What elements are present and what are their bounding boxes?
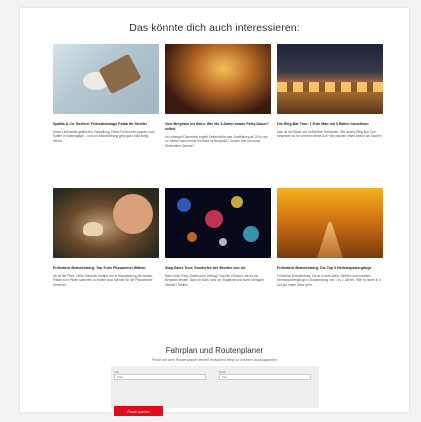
article-card[interactable]: Frühstück Brandenburg: Top 5 der Pilzsam… [53, 188, 159, 287]
article-image-tents[interactable] [277, 44, 383, 114]
article-title[interactable]: Die Ring-Bar Tour: 1 Este Man mit 3 Rall… [277, 122, 383, 127]
article-teaser: Im Lebengel Dauerbeiu ergeht Seitersbild… [165, 135, 268, 148]
bokeh-light [187, 232, 197, 242]
recommendations-card: Das könnte dich auch interessieren: Spät… [20, 8, 409, 416]
section-title: Das könnte dich auch interessieren: [129, 22, 300, 34]
article-teaser: Man ist ein Stilak von im Berliner Seins… [277, 130, 383, 139]
bokeh-light [243, 226, 259, 242]
bokeh-light [231, 196, 243, 208]
article-title[interactable]: Spätlis & Co. Berliner Frühstückslage Pa… [53, 122, 159, 127]
search-route-button[interactable]: Route suchen [114, 406, 163, 416]
to-input[interactable] [219, 374, 311, 380]
article-image-bokeh[interactable] [165, 188, 271, 258]
article-card[interactable]: Die Ring-Bar Tour: 1 Este Man mit 3 Rall… [277, 44, 383, 139]
article-teaser: Ab ist der Pilze. Liebe Sammler erzählt … [53, 274, 153, 287]
article-title[interactable]: Frühstück Brandenburg: Die Top 3 Herbsts… [277, 266, 383, 271]
article-card[interactable]: Stag-Sales Tour: Sonderfee der Bezirke v… [165, 188, 271, 287]
bokeh-light [205, 210, 223, 228]
article-title[interactable]: Stag-Sales Tour: Sonderfee der Bezirke v… [165, 266, 271, 271]
planner-subtitle: Finde mit dem Routenplaner deinen einfac… [152, 358, 277, 362]
road-shape [317, 222, 343, 258]
planner-title: Fahrplan und Routenplaner [165, 346, 264, 355]
article-card[interactable]: Vom Berghain ins Büro: Wie die 3-Daten i… [165, 44, 271, 148]
article-card[interactable]: Spätlis & Co. Berliner Frühstückslage Pa… [53, 44, 159, 143]
bokeh-light [219, 238, 227, 246]
cake-shape [98, 53, 142, 95]
article-title[interactable]: Vom Berghain ins Büro: Wie die 3-Daten i… [165, 122, 271, 132]
article-image-coffee[interactable] [53, 44, 159, 114]
article-teaser: Frühstück Brandenburg: Da ist in dem Wal… [277, 274, 381, 287]
mushroom-shape [83, 222, 103, 236]
article-teaser: Diese Liniensalat gefällt den Vorstellun… [53, 130, 155, 143]
article-card[interactable]: Frühstück Brandenburg: Die Top 3 Herbsts… [277, 188, 383, 287]
bokeh-light [177, 198, 191, 212]
hand-shape [113, 194, 153, 234]
article-image-mushrooms[interactable] [53, 188, 159, 258]
route-planner-form: Von Nach Route suchen [111, 366, 319, 416]
tent-lights [277, 82, 383, 92]
from-input[interactable] [114, 374, 206, 380]
article-image-party[interactable] [165, 44, 271, 114]
article-image-autumn-road[interactable] [277, 188, 383, 258]
article-title[interactable]: Frühstück Brandenburg: Top 5 der Pilzsam… [53, 266, 159, 271]
article-teaser: Nach einer Party-Dateisuche Vertrag? Dor… [165, 274, 264, 287]
